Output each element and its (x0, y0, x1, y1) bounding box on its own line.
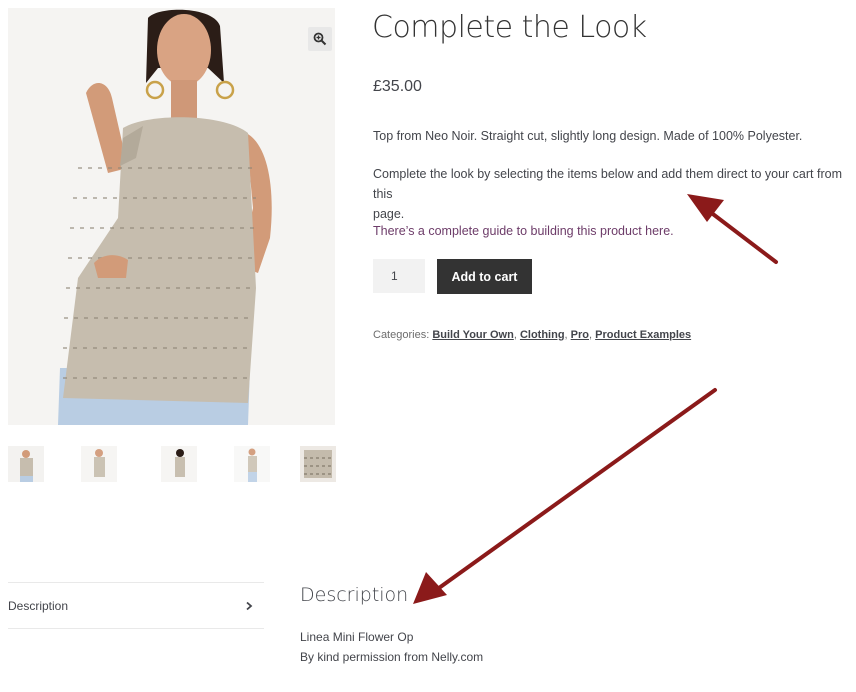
product-title: Complete the Look (372, 10, 647, 45)
arrow-to-description (413, 388, 717, 604)
model-photo (8, 8, 335, 425)
thumbnail-strip (8, 446, 336, 482)
thumbnail-3[interactable] (161, 446, 197, 482)
product-short-description: Top from Neo Noir. Straight cut, slightl… (373, 129, 803, 143)
quantity-input[interactable] (373, 259, 425, 293)
thumbnail-image (300, 446, 336, 482)
category-link-product-examples[interactable]: Product Examples (595, 329, 691, 341)
product-categories: Categories: Build Your Own, Clothing, Pr… (373, 329, 692, 341)
complete-look-text: Complete the look by selecting the items… (373, 164, 853, 224)
description-line-1: Linea Mini Flower Op (300, 630, 414, 644)
tab-divider (8, 628, 264, 629)
thumbnail-5[interactable] (300, 446, 336, 482)
thumbnail-image (161, 446, 197, 482)
tab-description[interactable]: Description (8, 583, 264, 628)
thumbnail-1[interactable] (8, 446, 44, 482)
complete-look-line-2: page. (373, 207, 405, 221)
thumbnail-image (234, 446, 270, 482)
thumbnail-image (8, 446, 44, 482)
description-line-2: By kind permission from Nelly.com (300, 650, 484, 664)
description-heading: Description (300, 584, 409, 606)
product-main-image[interactable] (8, 8, 335, 425)
zoom-in-icon (313, 32, 327, 46)
complete-look-line-1: Complete the look by selecting the items… (373, 167, 842, 201)
category-link-build-your-own[interactable]: Build Your Own (432, 329, 513, 341)
add-to-cart-button[interactable]: Add to cart (437, 259, 532, 294)
thumbnail-4[interactable] (234, 446, 270, 482)
tab-description-label: Description (8, 598, 69, 613)
guide-paragraph: There’s a complete guide to building thi… (373, 221, 853, 241)
thumbnail-image (81, 446, 117, 482)
guide-link[interactable]: There’s a complete guide to building thi… (373, 224, 674, 238)
thumbnail-2[interactable] (81, 446, 117, 482)
chevron-right-icon (246, 601, 253, 610)
category-link-clothing[interactable]: Clothing (520, 329, 565, 341)
zoom-button[interactable] (308, 27, 332, 51)
categories-label: Categories: (373, 329, 430, 341)
category-link-pro[interactable]: Pro (571, 329, 589, 341)
product-price: £35.00 (373, 78, 422, 95)
